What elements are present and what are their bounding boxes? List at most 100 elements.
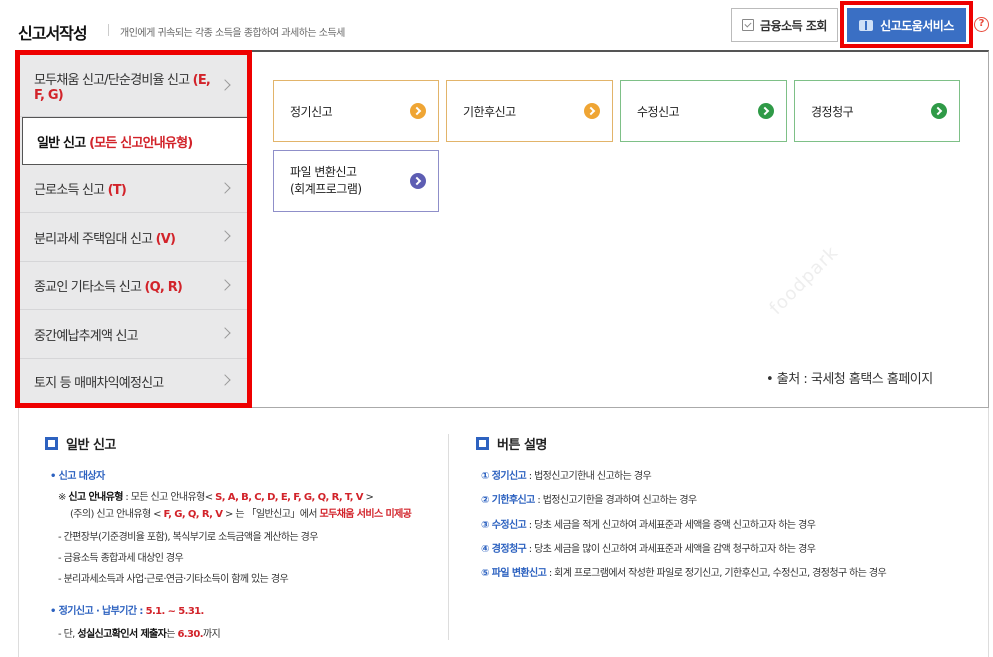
sidebar-item-rental[interactable]: 분리과세 주택임대 신고 (V) xyxy=(20,213,247,262)
note-end: > xyxy=(362,492,374,503)
desc-name: 파일 변환신고 xyxy=(491,568,547,579)
note-prefix: - 단, xyxy=(58,629,78,640)
sidebar-item-earned-income[interactable]: 근로소득 신고 (T) xyxy=(20,165,247,213)
page-subtitle: 개인에게 귀속되는 각종 소득을 종합하여 과세하는 소득세 xyxy=(120,28,345,39)
note-codes: F, G, Q, R, V xyxy=(163,509,223,520)
target-label: • 신고 대상자 xyxy=(50,471,105,482)
sidebar-item-label: 중간예납추계액 신고 xyxy=(34,328,139,344)
financial-income-label: 금융소득 조회 xyxy=(760,18,827,33)
chevron-right-icon xyxy=(219,327,231,339)
target-item: - 간편장부(기준경비율 포함), 복식부기로 소득금액을 계산하는 경우 xyxy=(58,532,318,543)
card-label: 경정청구 xyxy=(811,104,854,119)
arrow-circle-icon xyxy=(758,103,774,119)
help-service-label: 신고도움서비스 xyxy=(880,18,954,33)
note-prefix: ※ xyxy=(58,492,69,503)
note-date: 6.30. xyxy=(177,629,203,640)
note-end: 까지 xyxy=(202,629,221,640)
button-desc-item: ④ 경정청구 : 당초 세금을 많이 신고하여 과세표준과 세액을 감액 청구하… xyxy=(481,540,816,555)
info-divider xyxy=(448,434,449,640)
note-mid: 는 xyxy=(166,629,178,640)
period-line: • 정기신고 · 납부기간 : 5.1. ~ 5.31. xyxy=(50,602,204,617)
financial-income-button[interactable]: 금융소득 조회 xyxy=(731,8,838,42)
sidebar-item-text: 모두채움 신고/단순경비율 신고 xyxy=(34,72,193,88)
card-label: 기한후신고 xyxy=(463,104,516,119)
card-amended[interactable]: 수정신고 xyxy=(620,80,787,142)
sidebar-item-label: 일반 신고 (모든 신고안내유형) xyxy=(37,132,193,151)
sidebar-item-land[interactable]: 토지 등 매매차익예정신고 xyxy=(20,359,247,403)
title-divider xyxy=(108,24,109,36)
chevron-right-icon xyxy=(219,78,231,91)
note-text: (주의) 신고 안내유형 < xyxy=(70,509,164,520)
desc-num: ③ xyxy=(481,520,492,531)
desc-text: : 회계 프로그램에서 작성한 파일로 정기신고, 기한후신고, 수정신고, 경… xyxy=(546,568,887,579)
note-bold: 성실신고확인서 제출자 xyxy=(77,629,167,640)
card-label-line1: 파일 변환신고 xyxy=(290,165,357,179)
button-desc-item: ③ 수정신고 : 당초 세금을 적게 신고하여 과세표준과 세액을 증액 신고하… xyxy=(481,516,816,531)
note-bold: 신고 안내유형 xyxy=(68,492,123,503)
sidebar-item-label: 종교인 기타소득 신고 (Q, R) xyxy=(34,276,183,295)
general-section-title: 일반 신고 xyxy=(45,434,116,453)
desc-num: ⑤ xyxy=(481,568,492,579)
desc-text: : 당초 세금을 많이 신고하여 과세표준과 세액을 감액 청구하고자 하는 경… xyxy=(526,544,816,555)
sidebar-item-text: 근로소득 신고 xyxy=(34,183,108,198)
card-label-line2: (회계프로그램) xyxy=(290,182,362,196)
sidebar-item-code: (T) xyxy=(107,183,127,198)
target-item: - 분리과세소득과 사업·근로·연금·기타소득이 함께 있는 경우 xyxy=(58,574,289,585)
chevron-right-icon xyxy=(219,278,231,291)
note-red: 모두채움 서비스 미제공 xyxy=(319,509,412,520)
button-desc-item: ② 기한후신고 : 법정신고기한을 경과하여 신고하는 경우 xyxy=(481,491,697,506)
buttons-section-title: 버튼 설명 xyxy=(476,434,547,453)
card-refund-claim[interactable]: 경정청구 xyxy=(794,80,960,142)
desc-text: : 법정신고기한을 경과하여 신고하는 경우 xyxy=(534,495,697,506)
sidebar-item-code: (V) xyxy=(155,231,176,247)
sidebar-item-general[interactable]: 일반 신고 (모든 신고안내유형) xyxy=(22,117,247,165)
card-file-conversion[interactable]: 파일 변환신고 (회계프로그램) xyxy=(273,150,439,212)
chevron-right-icon xyxy=(219,374,231,386)
desc-name: 수정신고 xyxy=(491,520,527,531)
sidebar-item-code: (Q, R) xyxy=(144,280,183,295)
sidebar-item-label: 분리과세 주택임대 신고 (V) xyxy=(34,228,176,247)
sidebar-item-label: 모두채움 신고/단순경비율 신고 (E, F, G) xyxy=(34,69,221,103)
card-late[interactable]: 기한후신고 xyxy=(446,80,613,142)
card-label: 수정신고 xyxy=(637,104,680,119)
arrow-circle-icon xyxy=(584,103,600,119)
desc-name: 기한후신고 xyxy=(491,495,536,506)
sidebar-item-text: 분리과세 주택임대 신고 xyxy=(34,231,156,247)
section-title-text: 일반 신고 xyxy=(66,438,116,453)
sidebar: 모두채움 신고/단순경비율 신고 (E, F, G) 일반 신고 (모든 신고안… xyxy=(20,55,247,403)
sidebar-item-religious[interactable]: 종교인 기타소득 신고 (Q, R) xyxy=(20,262,247,310)
button-desc-item: ⑤ 파일 변환신고 : 회계 프로그램에서 작성한 파일로 정기신고, 기한후신… xyxy=(481,564,887,579)
sidebar-item-code: (모든 신고안내유형) xyxy=(89,135,193,151)
square-bullet-icon xyxy=(45,437,58,450)
arrow-circle-icon xyxy=(410,173,426,189)
section-title-text: 버튼 설명 xyxy=(497,438,547,453)
chevron-right-icon xyxy=(219,181,231,194)
desc-num: ① xyxy=(481,471,492,482)
help-question-icon[interactable]: ? xyxy=(974,17,989,32)
sidebar-item-prefilled[interactable]: 모두채움 신고/단순경비율 신고 (E, F, G) xyxy=(20,55,247,117)
period-value: 5.1. ~ 5.31. xyxy=(145,606,205,617)
source-note: • 출처 : 국세청 홈택스 홈페이지 xyxy=(766,372,933,387)
page-title: 신고서작성 xyxy=(18,24,88,43)
sidebar-item-text: 종교인 기타소득 신고 xyxy=(34,280,145,295)
card-regular[interactable]: 정기신고 xyxy=(273,80,439,142)
arrow-circle-icon xyxy=(410,103,426,119)
sidebar-item-label: 근로소득 신고 (T) xyxy=(34,179,127,198)
sidebar-item-text: 일반 신고 xyxy=(37,135,90,151)
note-mid: > 는 「일반신고」에서 xyxy=(222,509,320,520)
period-label: • 정기신고 · 납부기간 : xyxy=(50,606,146,617)
help-service-button[interactable]: 신고도움서비스 xyxy=(847,8,966,42)
square-bullet-icon xyxy=(476,437,489,450)
desc-num: ④ xyxy=(481,544,492,555)
note-guide-type: ※ 신고 안내유형 : 모든 신고 안내유형< S, A, B, C, D, E… xyxy=(58,488,374,503)
sidebar-item-label: 토지 등 매매차익예정신고 xyxy=(34,375,164,391)
desc-num: ② xyxy=(481,495,492,506)
checkbox-edit-icon xyxy=(742,19,755,31)
button-desc-item: ① 정기신고 : 법정신고기한내 신고하는 경우 xyxy=(481,467,652,482)
desc-text: : 당초 세금을 적게 신고하여 과세표준과 세액을 증액 신고하고자 하는 경… xyxy=(526,520,816,531)
chevron-right-icon xyxy=(219,230,231,242)
sidebar-item-interim[interactable]: 중간예납추계액 신고 xyxy=(20,310,247,359)
desc-name: 경정청구 xyxy=(491,544,527,555)
period-note: - 단, 성실신고확인서 제출자는 6.30.까지 xyxy=(58,625,221,640)
note-codes: S, A, B, C, D, E, F, G, Q, R, T, V xyxy=(215,492,363,503)
